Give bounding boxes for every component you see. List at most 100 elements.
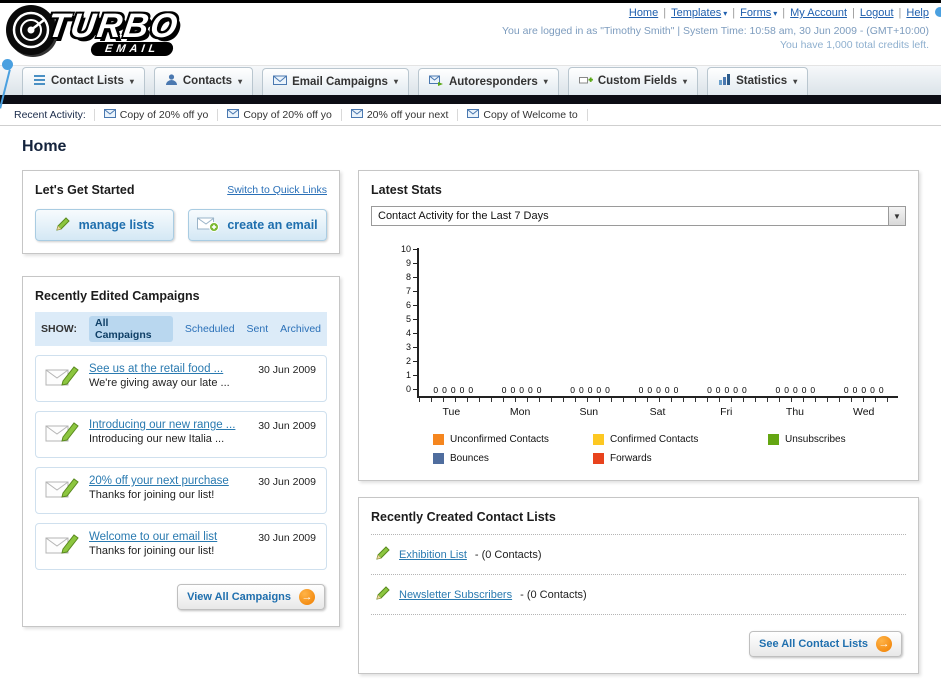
legend-item: Unsubscribes bbox=[768, 434, 898, 445]
filter-archived[interactable]: Archived bbox=[280, 323, 321, 335]
contact-list-item[interactable]: Exhibition List - (0 Contacts) bbox=[371, 535, 906, 575]
contact-list-count: - (0 Contacts) bbox=[520, 588, 587, 601]
campaign-row[interactable]: Introducing our new range ... Introducin… bbox=[35, 411, 327, 458]
page-title: Home bbox=[22, 138, 67, 155]
campaign-subtitle: Thanks for joining our list! bbox=[89, 545, 215, 557]
separator: | bbox=[782, 7, 786, 19]
contact-lists-icon bbox=[33, 73, 46, 89]
y-tick-label: 7 bbox=[406, 286, 417, 296]
recent-activity-item[interactable]: Copy of 20% off yo bbox=[218, 108, 342, 121]
bar-group: 00000 bbox=[487, 248, 555, 396]
email-icon bbox=[103, 108, 116, 121]
legend-label: Unsubscribes bbox=[785, 434, 846, 445]
switch-quick-links-link[interactable]: Switch to Quick Links bbox=[227, 184, 327, 196]
logo-subtitle: EMAIL bbox=[89, 42, 174, 56]
campaign-row[interactable]: Welcome to our email list Thanks for joi… bbox=[35, 523, 327, 570]
bar-value-label: 0 bbox=[724, 385, 730, 395]
bar-value-label: 0 bbox=[638, 385, 644, 395]
top-link-my-account[interactable]: My Account bbox=[790, 7, 847, 19]
nav-tab-custom-fields[interactable]: Custom Fields ▾ bbox=[567, 67, 699, 95]
bar-value-label: 0 bbox=[647, 385, 653, 395]
logo-wordmark: TURBO EMAIL bbox=[45, 7, 182, 56]
bar-value-label: 0 bbox=[442, 385, 447, 395]
campaign-row[interactable]: 20% off your next purchase Thanks for jo… bbox=[35, 467, 327, 514]
campaign-filter-bar: SHOW: All Campaigns Scheduled Sent Archi… bbox=[35, 312, 327, 346]
campaign-date: 30 Jun 2009 bbox=[258, 532, 316, 544]
see-all-contact-lists-button[interactable]: See All Contact Lists → bbox=[748, 631, 902, 657]
top-link-home[interactable]: Home bbox=[629, 7, 658, 19]
top-link-logout[interactable]: Logout bbox=[860, 7, 894, 19]
envelope-pencil-icon bbox=[45, 419, 79, 450]
nav-tab-contact-lists[interactable]: Contact Lists ▾ bbox=[22, 67, 145, 95]
filter-sent[interactable]: Sent bbox=[247, 323, 269, 335]
filter-all-campaigns[interactable]: All Campaigns bbox=[88, 316, 173, 342]
top-link-templates[interactable]: Templates ▾ bbox=[671, 7, 727, 19]
pencil-icon bbox=[55, 216, 71, 235]
arrow-right-icon: → bbox=[299, 589, 315, 605]
nav-tab-contacts[interactable]: Contacts ▾ bbox=[153, 67, 254, 95]
top-link-forms[interactable]: Forms ▾ bbox=[740, 7, 777, 19]
recent-activity-item[interactable]: Copy of Welcome to bbox=[458, 108, 588, 121]
campaign-title-link[interactable]: Welcome to our email list bbox=[89, 531, 217, 543]
decorative-dot-right bbox=[935, 7, 941, 17]
legend-swatch bbox=[593, 434, 604, 445]
bar-group: 00000 bbox=[556, 248, 624, 396]
legend-label: Confirmed Contacts bbox=[610, 434, 699, 445]
campaign-title-link[interactable]: See us at the retail food ... bbox=[89, 363, 230, 375]
legend-item: Bounces bbox=[433, 453, 593, 464]
top-link-forms-label: Forms bbox=[740, 7, 772, 19]
turbo-email-dashboard: TURBO EMAIL Home | Templates ▾ | Forms ▾ | My Ac… bbox=[0, 0, 941, 683]
recent-contact-lists-title: Recently Created Contact Lists bbox=[371, 510, 556, 524]
stats-period-select[interactable]: Contact Activity for the Last 7 Days ▼ bbox=[371, 206, 906, 226]
bar-value-label: 0 bbox=[775, 385, 781, 395]
recent-activity-item[interactable]: Copy of 20% off yo bbox=[93, 108, 219, 121]
x-tick-label: Sat bbox=[649, 406, 666, 418]
contact-list-link[interactable]: Newsletter Subscribers bbox=[399, 589, 512, 601]
see-all-contact-lists-label: See All Contact Lists bbox=[758, 638, 868, 650]
logo-title: TURBO bbox=[45, 7, 182, 45]
campaign-row[interactable]: See us at the retail food ... We're givi… bbox=[35, 355, 327, 402]
top-link-help[interactable]: Help bbox=[906, 7, 929, 19]
legend-label: Forwards bbox=[610, 453, 652, 464]
nav-tab-statistics[interactable]: Statistics ▾ bbox=[707, 67, 809, 95]
bar-value-label: 0 bbox=[870, 385, 875, 395]
bar-value-label: 0 bbox=[878, 385, 884, 395]
nav-tab-label: Email Campaigns bbox=[292, 75, 388, 88]
campaign-title-link[interactable]: Introducing our new range ... bbox=[89, 419, 235, 431]
chart-y-axis: 10 9 8 7 6 5 4 3 2 1 0 bbox=[397, 244, 417, 394]
chart-plot: 00000000000000000000000000000000000 bbox=[417, 248, 898, 398]
bar-value-label: 0 bbox=[707, 385, 712, 395]
nav-tab-email-campaigns[interactable]: Email Campaigns ▾ bbox=[262, 68, 409, 95]
x-tick-label: Sun bbox=[579, 406, 599, 418]
manage-lists-button[interactable]: manage lists bbox=[35, 209, 174, 241]
contact-list-link[interactable]: Exhibition List bbox=[399, 549, 467, 561]
y-tick-label: 2 bbox=[406, 356, 417, 366]
create-email-button[interactable]: create an email bbox=[188, 209, 327, 241]
view-all-campaigns-button[interactable]: View All Campaigns → bbox=[177, 584, 325, 610]
top-nav: Home | Templates ▾ | Forms ▾ | My Account | Logout… bbox=[502, 7, 929, 19]
legend-item: Forwards bbox=[593, 453, 768, 464]
nav-tab-autoresponders[interactable]: Autoresponders ▾ bbox=[417, 68, 559, 95]
filter-scheduled[interactable]: Scheduled bbox=[185, 323, 235, 335]
recent-activity-text: Copy of 20% off yo bbox=[243, 108, 332, 121]
separator: | bbox=[663, 7, 667, 19]
bar-chart-icon bbox=[718, 73, 731, 89]
show-label: SHOW: bbox=[41, 323, 77, 335]
y-tick-label: 0 bbox=[406, 384, 417, 394]
login-info: You are logged in as "Timothy Smith" | S… bbox=[502, 25, 929, 37]
bar-value-label: 0 bbox=[536, 385, 542, 395]
campaign-title-link[interactable]: 20% off your next purchase bbox=[89, 475, 229, 487]
recent-activity-item[interactable]: 20% off your next bbox=[342, 108, 459, 121]
recent-activity-text: Copy of Welcome to bbox=[483, 108, 578, 121]
bar-value-label: 0 bbox=[605, 385, 610, 395]
header-right: Home | Templates ▾ | Forms ▾ | My Account | Logout… bbox=[502, 7, 929, 51]
chevron-down-icon: ▾ bbox=[238, 76, 243, 86]
view-all-campaigns-label: View All Campaigns bbox=[187, 591, 291, 603]
bar-value-label: 0 bbox=[742, 385, 747, 395]
contact-list-item[interactable]: Newsletter Subscribers - (0 Contacts) bbox=[371, 575, 906, 615]
nav-tab-label: Custom Fields bbox=[597, 75, 678, 87]
envelope-pencil-icon bbox=[45, 363, 79, 394]
chevron-down-icon: ▾ bbox=[773, 9, 778, 18]
right-column: Latest Stats Contact Activity for the La… bbox=[358, 170, 919, 674]
nav-divider-bar bbox=[0, 95, 941, 104]
